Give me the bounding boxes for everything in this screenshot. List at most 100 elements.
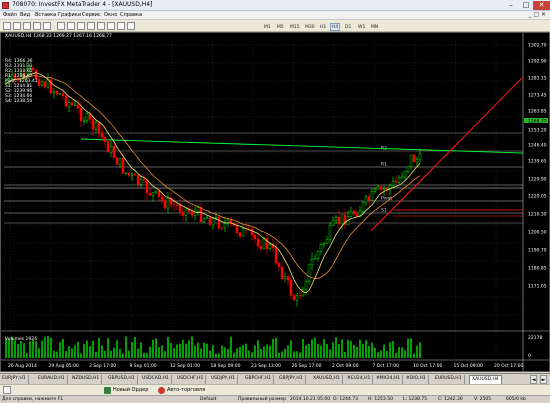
fibonacci-icon[interactable] bbox=[97, 22, 105, 30]
candle-body bbox=[409, 154, 413, 167]
candle-body bbox=[127, 172, 131, 176]
candle-body bbox=[295, 295, 299, 301]
autotrading-icon bbox=[158, 387, 165, 394]
price-tick-label: 1200.50 bbox=[528, 230, 547, 236]
status-help: Для справки, нажмите F1 bbox=[2, 397, 64, 402]
autotrading-button[interactable]: Авто-торговля bbox=[167, 387, 205, 394]
tab-mx24[interactable]: #MX24,H1 bbox=[374, 375, 404, 384]
close-button[interactable]: ✕ bbox=[533, 1, 550, 10]
price-chart[interactable]: R2R1PivotS11302.701292.901283.151273.451… bbox=[1, 33, 549, 371]
tf-m30[interactable]: M30 bbox=[303, 23, 317, 31]
candle-body bbox=[307, 264, 311, 282]
chart-window[interactable]: R2R1PivotS11302.701292.901283.151273.451… bbox=[0, 32, 550, 372]
maximize-button[interactable]: □ bbox=[518, 1, 534, 10]
tf-m5[interactable]: M5 bbox=[275, 23, 286, 31]
candle-body bbox=[400, 176, 404, 179]
menu-charts[interactable]: Графики bbox=[58, 11, 81, 19]
tab-xauusd-h4[interactable]: XAUUSD,H4 bbox=[469, 375, 502, 384]
candle-body bbox=[178, 205, 182, 212]
trendline-icon[interactable] bbox=[87, 22, 95, 30]
menu-bar: Файл Вид Вставка Графики Сервис Окно Спр… bbox=[0, 11, 550, 20]
candle-body bbox=[166, 197, 170, 209]
profiles-icon[interactable] bbox=[13, 22, 21, 30]
time-tick-label: 20 Oct 17:00 bbox=[494, 363, 523, 369]
market-watch-icon[interactable] bbox=[23, 22, 31, 30]
candle-body bbox=[58, 93, 62, 95]
menu-file[interactable]: Файл bbox=[3, 11, 17, 19]
menu-tools[interactable]: Сервис bbox=[82, 11, 101, 19]
new-order-icon bbox=[104, 387, 111, 394]
menu-insert[interactable]: Вставка bbox=[35, 11, 56, 19]
tab-eu24[interactable]: #EU24,H1 bbox=[345, 375, 374, 384]
status-template: Правильный размер bbox=[238, 397, 286, 402]
tab-xauusd-h1[interactable]: XAUUSD,H1 bbox=[311, 375, 343, 384]
tab-nzdusd[interactable]: NZDUSD,H1 bbox=[70, 375, 103, 384]
candle-body bbox=[298, 295, 302, 297]
tab-gbpusd[interactable]: GBPUSD,H1 bbox=[106, 375, 138, 384]
menu-help[interactable]: Справка bbox=[120, 11, 142, 19]
candle-body bbox=[157, 190, 161, 197]
candle-body bbox=[124, 172, 128, 174]
new-chart-icon[interactable] bbox=[3, 22, 11, 30]
chart-header: XAUUSD,H4 1268.33 1269.27 1267.16 1268.7… bbox=[5, 34, 112, 39]
tabs-scroll-right-button[interactable]: ► bbox=[540, 375, 547, 384]
candle-body bbox=[373, 188, 377, 192]
menu-window[interactable]: Окно bbox=[104, 11, 117, 19]
tab-gbpjpy[interactable]: GBPJPY,H1 bbox=[277, 375, 306, 384]
status-datetime: 2014.10.21 05:00 bbox=[290, 397, 331, 402]
tf-mn[interactable]: MN bbox=[369, 23, 380, 31]
terminal-icon[interactable] bbox=[43, 22, 51, 30]
tab-usdcad[interactable]: USDCAD,H1 bbox=[140, 375, 172, 384]
candle-body bbox=[406, 166, 410, 172]
candle-body bbox=[394, 180, 398, 183]
candle-body bbox=[103, 136, 107, 142]
tf-m1[interactable]: M1 bbox=[262, 23, 273, 31]
candle-body bbox=[67, 102, 71, 107]
tab-usdchf[interactable]: USDCHF,H1 bbox=[175, 375, 207, 384]
status-bar: Для справки, нажмите F1 Default Правильн… bbox=[0, 395, 550, 403]
tabs-scroll-left-button[interactable]: ◄ bbox=[530, 375, 537, 384]
new-order-button[interactable]: Новый Ордер bbox=[113, 387, 148, 394]
candle-body bbox=[220, 227, 224, 229]
label-icon[interactable] bbox=[117, 22, 125, 30]
toolbar: M1 M5 M15 M30 H1 H4 D1 W1 MN bbox=[0, 20, 550, 32]
tf-m15[interactable]: M15 bbox=[288, 23, 302, 31]
candle-body bbox=[361, 202, 365, 212]
price-tick-label: 1210.30 bbox=[528, 212, 547, 218]
candle-body bbox=[340, 214, 344, 224]
status-traffic: 605/0 kb bbox=[506, 397, 526, 402]
candle-body bbox=[115, 157, 119, 165]
candle-body bbox=[151, 192, 155, 196]
time-tick-label: 9 Sep 01:00 bbox=[130, 363, 157, 369]
arrow-icon[interactable] bbox=[127, 22, 135, 30]
price-tick-label: 1263.85 bbox=[528, 109, 547, 115]
price-tick-label: 1171.05 bbox=[528, 284, 547, 290]
tf-h4[interactable]: H4 bbox=[330, 23, 341, 31]
navigator-icon[interactable] bbox=[33, 22, 41, 30]
text-icon[interactable] bbox=[107, 22, 115, 30]
candle-body bbox=[268, 244, 272, 250]
candle-body bbox=[91, 118, 95, 130]
tf-d1[interactable]: D1 bbox=[343, 23, 353, 31]
candle-body bbox=[280, 266, 284, 279]
candle-body bbox=[163, 200, 167, 209]
menu-view[interactable]: Вид bbox=[20, 11, 30, 19]
candle-body bbox=[109, 145, 113, 153]
tab-eurusd[interactable]: EURUSD,H1 bbox=[433, 375, 465, 384]
tab-euraud[interactable]: EURAUD,H1 bbox=[36, 375, 68, 384]
vertical-line-icon[interactable] bbox=[67, 22, 75, 30]
horizontal-line-icon[interactable] bbox=[77, 22, 85, 30]
tab-gbpchf[interactable]: GBPCHF,H1 bbox=[243, 375, 275, 384]
tab-eurjpy[interactable]: EURJPY,H1 bbox=[0, 375, 29, 384]
time-tick-label: 26 Aug 2014 bbox=[8, 363, 37, 369]
minimize-button[interactable]: – bbox=[503, 1, 519, 10]
candle-body bbox=[238, 232, 242, 237]
crosshair-icon[interactable] bbox=[57, 22, 65, 30]
tab-usdjpy[interactable]: USDJPY,H1 bbox=[209, 375, 238, 384]
app-icon bbox=[2, 2, 9, 9]
tf-h1[interactable]: H1 bbox=[318, 23, 328, 31]
mdi-controls[interactable]: _ □ ✕ bbox=[528, 11, 546, 19]
tab-dio[interactable]: #DIO,H1 bbox=[404, 375, 429, 384]
candle-body bbox=[256, 238, 260, 247]
tf-w1[interactable]: W1 bbox=[356, 23, 367, 31]
